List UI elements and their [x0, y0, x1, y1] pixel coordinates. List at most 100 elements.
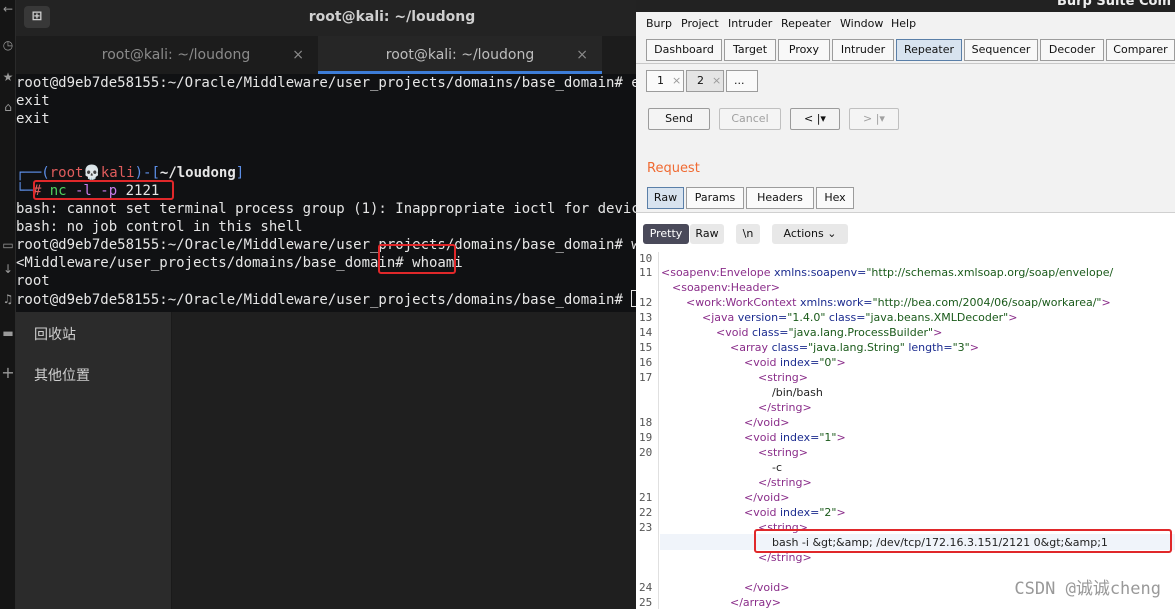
file-manager-main: [172, 312, 636, 609]
trash-icon[interactable]: ▬: [1, 326, 15, 340]
line-number: 21: [639, 491, 653, 504]
actions-dropdown[interactable]: Actions ⌄: [772, 224, 848, 244]
tab-sequencer[interactable]: Sequencer: [964, 39, 1038, 61]
file-manager-rail: ← ◷ ★ ⌂ ▭ ↓ ♫ ▬ +: [0, 0, 16, 609]
line-number: 11: [639, 266, 653, 279]
terminal-tab-label: root@kali: ~/loudong: [385, 47, 535, 63]
plus-icon[interactable]: +: [1, 365, 15, 381]
menu-repeater[interactable]: Repeater: [781, 17, 831, 30]
code-line: <string>: [758, 371, 809, 384]
terminal-tab-2[interactable]: root@kali: ~/loudong ×: [318, 36, 602, 74]
line-number: 13: [639, 311, 653, 324]
repeater-tab-2[interactable]: 2 ×: [686, 70, 724, 92]
code-line: <java version="1.4.0" class="java.beans.…: [702, 311, 1018, 324]
pretty-toggle[interactable]: Pretty: [643, 224, 689, 244]
close-icon[interactable]: ×: [712, 74, 721, 87]
code-line: -c: [772, 461, 783, 474]
raw-toggle[interactable]: Raw: [690, 224, 724, 244]
repeater-action-bar: Send Cancel < |▾ > |▾: [636, 96, 1175, 152]
terminal-line: root@d9eb7de58155:~/Oracle/Middleware/us…: [16, 290, 636, 309]
repeater-tab-1[interactable]: 1 ×: [646, 70, 684, 92]
repeater-request-tabs: 1 × 2 × ...: [636, 64, 1175, 96]
terminal-line: bash: cannot set terminal process group …: [16, 201, 636, 217]
code-line: </void>: [744, 581, 790, 594]
tab-intruder[interactable]: Intruder: [832, 39, 894, 61]
highlight-box: [378, 244, 456, 274]
sidebar-item-trash[interactable]: 回收站: [34, 324, 76, 344]
terminal-line: exit: [16, 93, 50, 109]
new-tab-button[interactable]: ⊞: [24, 6, 50, 28]
line-number: 23: [639, 521, 653, 534]
code-line: </string>: [758, 401, 812, 414]
watermark: CSDN @诚诚cheng: [1014, 579, 1161, 599]
code-line: </string>: [758, 476, 812, 489]
code-line: /bin/bash: [772, 386, 823, 399]
document-icon[interactable]: ▭: [1, 238, 15, 252]
code-line: <void index="2">: [744, 506, 846, 519]
terminal-line: root@d9eb7de58155:~/Oracle/Middleware/us…: [16, 237, 636, 253]
line-number: 25: [639, 596, 653, 609]
download-icon[interactable]: ↓: [1, 262, 15, 276]
close-icon[interactable]: ×: [292, 36, 304, 74]
request-tab-hex[interactable]: Hex: [816, 187, 854, 209]
tab-dashboard[interactable]: Dashboard: [646, 39, 722, 61]
code-line: <array class="java.lang.String" length="…: [730, 341, 979, 354]
terminal-line: exit: [16, 111, 50, 127]
line-number-gutter: 10 11 12 13 14 15 16 17 18 19 20 21 22 2…: [636, 252, 659, 609]
line-number: 17: [639, 371, 653, 384]
star-icon[interactable]: ★: [1, 70, 15, 84]
tab-comparer[interactable]: Comparer: [1106, 39, 1175, 61]
terminal-tab-1[interactable]: root@kali: ~/loudong ×: [34, 36, 318, 74]
tab-proxy[interactable]: Proxy: [778, 39, 830, 61]
terminal-line: root@d9eb7de58155:~/Oracle/Middleware/us…: [16, 75, 636, 91]
terminal-line: <Middleware/user_projects/domains/base_d…: [16, 255, 463, 271]
request-editor[interactable]: 10 11 12 13 14 15 16 17 18 19 20 21 22 2…: [636, 252, 1175, 609]
tab-repeater[interactable]: Repeater: [896, 39, 962, 61]
cancel-button[interactable]: Cancel: [719, 108, 781, 130]
line-number: 14: [639, 326, 653, 339]
forward-button[interactable]: > |▾: [849, 108, 899, 130]
line-number: 12: [639, 296, 653, 309]
menu-window[interactable]: Window: [840, 17, 883, 30]
line-number: 22: [639, 506, 653, 519]
request-tab-raw[interactable]: Raw: [647, 187, 684, 209]
line-number: 19: [639, 431, 653, 444]
terminal-title: root@kali: ~/loudong: [308, 9, 476, 25]
sidebar-item-other-locations[interactable]: 其他位置: [34, 365, 90, 385]
request-label: Request: [647, 161, 700, 176]
burp-window: Burp Suite Com Burp Project Intruder Rep…: [636, 0, 1175, 609]
repeater-tab-new[interactable]: ...: [726, 70, 758, 92]
line-number: 20: [639, 446, 653, 459]
request-tab-params[interactable]: Params: [686, 187, 744, 209]
menu-help[interactable]: Help: [891, 17, 916, 30]
line-number: 24: [639, 581, 653, 594]
terminal-output[interactable]: root@d9eb7de58155:~/Oracle/Middleware/us…: [16, 74, 636, 312]
send-button[interactable]: Send: [648, 108, 710, 130]
home-icon[interactable]: ⌂: [1, 100, 15, 114]
tab-decoder[interactable]: Decoder: [1040, 39, 1104, 61]
close-icon[interactable]: ×: [672, 74, 681, 87]
burp-title: Burp Suite Com: [1056, 0, 1171, 9]
terminal-tab-label: root@kali: ~/loudong: [101, 47, 251, 63]
menu-burp[interactable]: Burp: [646, 17, 672, 30]
menu-intruder[interactable]: Intruder: [728, 17, 772, 30]
newline-toggle[interactable]: \n: [736, 224, 760, 244]
highlight-box: [754, 529, 1172, 553]
request-panel-header: Request Raw Params Headers Hex: [636, 152, 1175, 212]
music-icon[interactable]: ♫: [1, 292, 15, 306]
burp-main-tabs: Dashboard Target Proxy Intruder Repeater…: [636, 36, 1175, 64]
clock-icon[interactable]: ◷: [1, 38, 15, 52]
burp-menubar: Burp Project Intruder Repeater Window He…: [636, 12, 1175, 36]
code-line: </void>: [744, 491, 790, 504]
tab-target[interactable]: Target: [724, 39, 776, 61]
code-line: <soapenv:Envelope xmlns:soapenv="http://…: [661, 266, 1114, 279]
close-icon[interactable]: ×: [576, 36, 588, 74]
back-button[interactable]: < |▾: [790, 108, 840, 130]
request-tab-headers[interactable]: Headers: [746, 187, 814, 209]
back-arrow-icon[interactable]: ←: [1, 2, 15, 16]
code-line: <soapenv:Header>: [672, 281, 781, 294]
terminal-window: root@kali: ~/loudong ⊞ root@kali: ~/loud…: [16, 0, 636, 312]
menu-project[interactable]: Project: [681, 17, 719, 30]
code-line: <work:WorkContext xmlns:work="http://bea…: [686, 296, 1111, 309]
terminal-line: bash: no job control in this shell: [16, 219, 303, 235]
